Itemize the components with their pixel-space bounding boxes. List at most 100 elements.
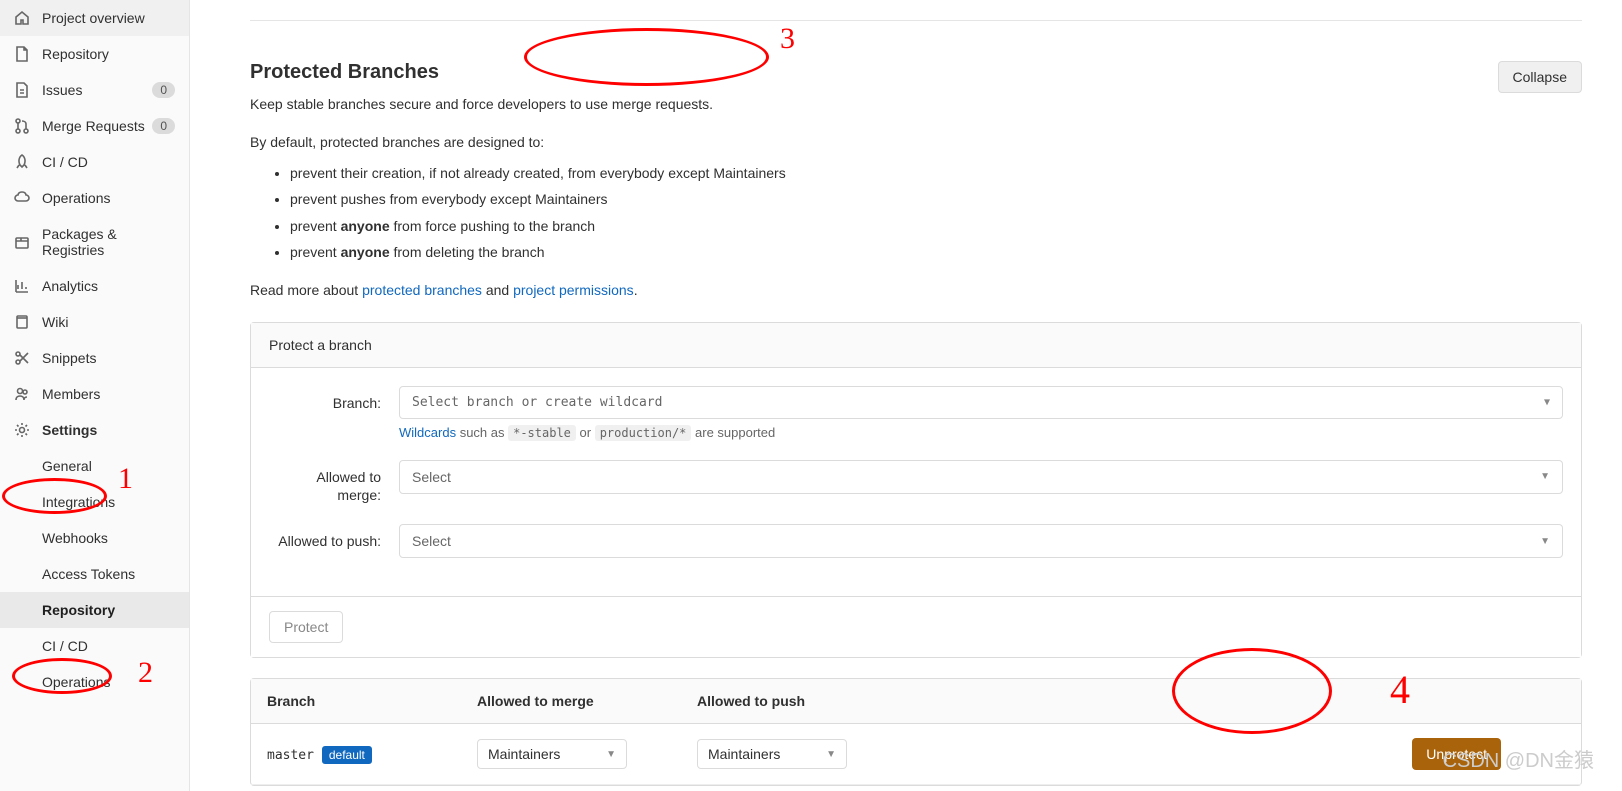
branch-cell: master default xyxy=(251,732,461,777)
section-title: Protected Branches xyxy=(250,61,439,84)
home-icon xyxy=(14,10,30,26)
sidebar-sub-repository[interactable]: Repository xyxy=(0,592,189,628)
sidebar-item-label: Merge Requests xyxy=(42,118,152,134)
chevron-down-icon: ▼ xyxy=(1544,397,1550,408)
sidebar-item-label: Analytics xyxy=(42,278,175,294)
action-cell: Unprotect xyxy=(901,724,1581,784)
sidebar-sub-label: Operations xyxy=(42,674,175,690)
col-merge-header: Allowed to merge xyxy=(461,679,681,723)
scissors-icon xyxy=(14,350,30,366)
chevron-down-icon: ▼ xyxy=(826,749,836,760)
table-header: Branch Allowed to merge Allowed to push xyxy=(251,679,1581,724)
gear-icon xyxy=(14,422,30,438)
row-merge-value: Maintainers xyxy=(488,746,560,762)
push-label: Allowed to push: xyxy=(269,524,399,550)
sidebar-item-label: Issues xyxy=(42,82,152,98)
by-default-text: By default, protected branches are desig… xyxy=(250,131,1582,153)
bullet-list: prevent their creation, if not already c… xyxy=(250,162,1582,264)
project-permissions-link[interactable]: project permissions xyxy=(513,282,634,298)
sidebar-item-snippets[interactable]: Snippets xyxy=(0,340,189,376)
bullet-item: prevent anyone from deleting the branch xyxy=(290,241,1582,263)
protect-button[interactable]: Protect xyxy=(269,611,343,643)
sidebar-item-label: Operations xyxy=(42,190,175,206)
wildcards-link[interactable]: Wildcards xyxy=(399,425,456,440)
push-cell: Maintainers ▼ xyxy=(681,725,901,783)
sidebar-sub-label: Repository xyxy=(42,602,175,618)
section-header: Protected Branches Collapse xyxy=(250,20,1582,93)
branch-name: master xyxy=(267,748,314,763)
sidebar-item-merge-requests[interactable]: Merge Requests 0 xyxy=(0,108,189,144)
sidebar-item-packages[interactable]: Packages & Registries xyxy=(0,216,189,268)
protect-branch-card: Protect a branch Branch: Select branch o… xyxy=(250,322,1582,658)
push-select[interactable]: Select ▼ xyxy=(399,524,1563,558)
sidebar-item-label: Repository xyxy=(42,46,175,62)
chart-icon xyxy=(14,278,30,294)
sidebar-item-label: Project overview xyxy=(42,10,175,26)
issues-icon xyxy=(14,82,30,98)
collapse-button[interactable]: Collapse xyxy=(1498,61,1582,93)
sidebar-sub-label: General xyxy=(42,458,175,474)
row-push-select[interactable]: Maintainers ▼ xyxy=(697,739,847,769)
protected-branches-link[interactable]: protected branches xyxy=(362,282,482,298)
book-icon xyxy=(14,314,30,330)
sidebar-item-members[interactable]: Members xyxy=(0,376,189,412)
sidebar: Project overview Repository Issues 0 Mer… xyxy=(0,0,190,791)
col-push-header: Allowed to push xyxy=(681,679,901,723)
sidebar-sub-label: Integrations xyxy=(42,494,175,510)
sidebar-item-label: Settings xyxy=(42,422,175,438)
rocket-icon xyxy=(14,154,30,170)
chevron-down-icon: ▼ xyxy=(1540,471,1550,482)
sidebar-sub-general[interactable]: General xyxy=(0,448,189,484)
bullet-item: prevent pushes from everybody except Mai… xyxy=(290,188,1582,210)
sidebar-item-settings[interactable]: Settings xyxy=(0,412,189,448)
push-row: Allowed to push: Select ▼ xyxy=(269,524,1563,558)
cloud-icon xyxy=(14,190,30,206)
sidebar-item-analytics[interactable]: Analytics xyxy=(0,268,189,304)
default-badge: default xyxy=(322,746,372,764)
sidebar-sub-label: Webhooks xyxy=(42,530,175,546)
sidebar-item-wiki[interactable]: Wiki xyxy=(0,304,189,340)
sidebar-item-label: CI / CD xyxy=(42,154,175,170)
bullet-item: prevent anyone from force pushing to the… xyxy=(290,215,1582,237)
sidebar-sub-label: Access Tokens xyxy=(42,566,175,582)
sidebar-item-overview[interactable]: Project overview xyxy=(0,0,189,36)
sidebar-item-issues[interactable]: Issues 0 xyxy=(0,72,189,108)
section-description: By default, protected branches are desig… xyxy=(250,131,1582,301)
sidebar-item-label: Members xyxy=(42,386,175,402)
branch-row: Branch: Select branch or create wildcard… xyxy=(269,386,1563,440)
bullet-item: prevent their creation, if not already c… xyxy=(290,162,1582,184)
sidebar-item-cicd[interactable]: CI / CD xyxy=(0,144,189,180)
sidebar-sub-integrations[interactable]: Integrations xyxy=(0,484,189,520)
sidebar-item-label: Packages & Registries xyxy=(42,226,175,258)
sidebar-sub-webhooks[interactable]: Webhooks xyxy=(0,520,189,556)
row-merge-select[interactable]: Maintainers ▼ xyxy=(477,739,627,769)
col-action-header xyxy=(901,679,1581,723)
sidebar-item-operations[interactable]: Operations xyxy=(0,180,189,216)
chevron-down-icon: ▼ xyxy=(606,749,616,760)
file-icon xyxy=(14,46,30,62)
mr-badge: 0 xyxy=(152,118,175,134)
merge-row: Allowed to merge: Select ▼ xyxy=(269,460,1563,504)
card-footer: Protect xyxy=(251,596,1581,657)
members-icon xyxy=(14,386,30,402)
col-branch-header: Branch xyxy=(251,679,461,723)
wildcard-hint: Wildcards such as *-stable or production… xyxy=(399,425,1563,440)
main-content: Protected Branches Collapse Keep stable … xyxy=(190,0,1622,791)
sidebar-sub-operations[interactable]: Operations xyxy=(0,664,189,700)
sidebar-sub-access-tokens[interactable]: Access Tokens xyxy=(0,556,189,592)
sidebar-sub-cicd[interactable]: CI / CD xyxy=(0,628,189,664)
sidebar-item-repository[interactable]: Repository xyxy=(0,36,189,72)
merge-icon xyxy=(14,118,30,134)
unprotect-button[interactable]: Unprotect xyxy=(1412,738,1501,770)
protected-branches-table: Branch Allowed to merge Allowed to push … xyxy=(250,678,1582,786)
sidebar-item-label: Snippets xyxy=(42,350,175,366)
merge-label: Allowed to merge: xyxy=(269,460,399,504)
sidebar-item-label: Wiki xyxy=(42,314,175,330)
sidebar-sub-label: CI / CD xyxy=(42,638,175,654)
branch-select[interactable]: Select branch or create wildcard ▼ xyxy=(399,386,1563,419)
merge-select[interactable]: Select ▼ xyxy=(399,460,1563,494)
branch-label: Branch: xyxy=(269,386,399,412)
merge-select-value: Select xyxy=(412,469,451,485)
section-intro: Keep stable branches secure and force de… xyxy=(250,93,1582,115)
card-header: Protect a branch xyxy=(251,323,1581,368)
